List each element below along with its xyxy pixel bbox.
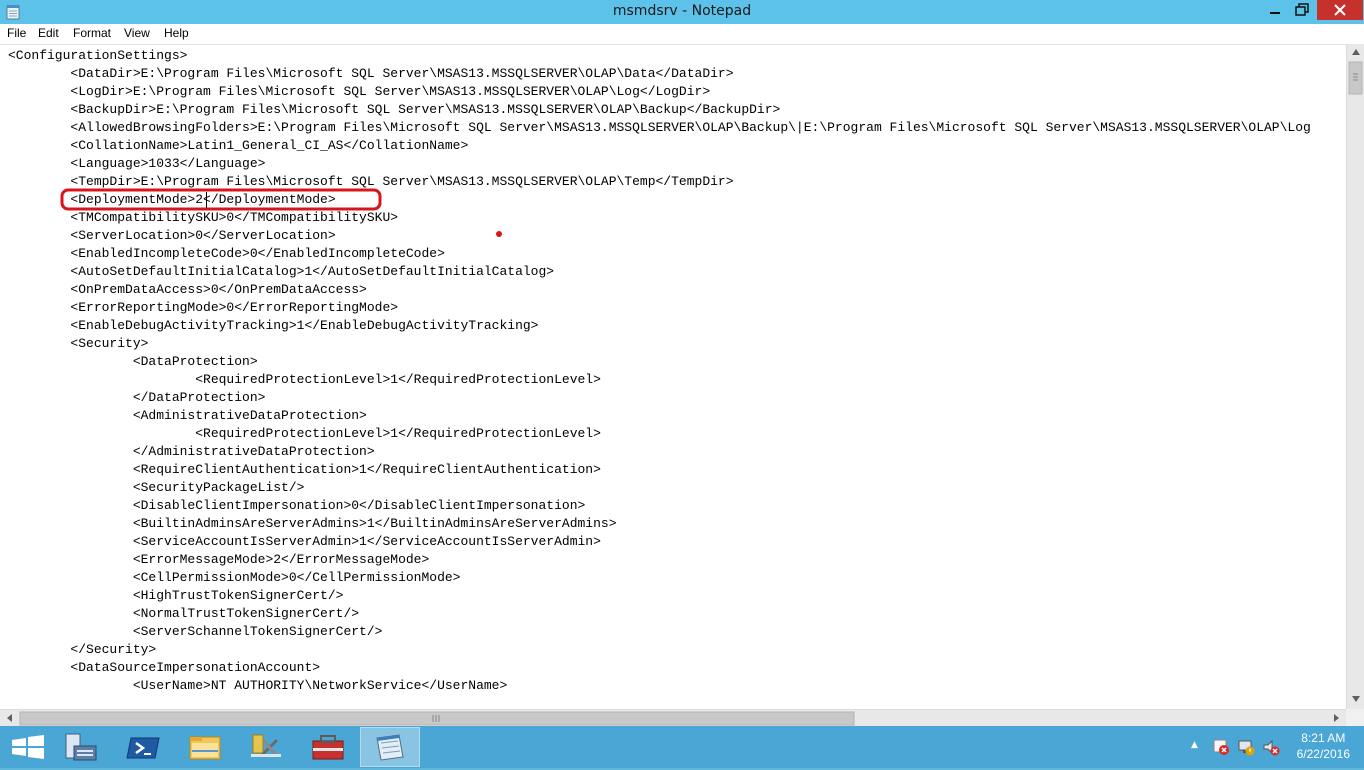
- scroll-down-arrow-icon[interactable]: [1352, 696, 1360, 702]
- volume-muted-icon[interactable]: [1262, 738, 1280, 756]
- restore-button[interactable]: [1288, 0, 1316, 20]
- minimize-button[interactable]: [1262, 0, 1288, 20]
- close-button[interactable]: [1317, 0, 1363, 20]
- highlight-ellipse: [60, 188, 382, 211]
- server-manager-icon: [65, 733, 97, 761]
- menu-bar: File Edit Format View Help: [0, 24, 1364, 44]
- scroll-up-arrow-icon[interactable]: [1352, 49, 1360, 55]
- minimize-icon: [1270, 12, 1280, 14]
- vertical-scroll-thumb[interactable]: [1348, 61, 1363, 95]
- horizontal-scroll-thumb[interactable]: [19, 711, 855, 726]
- menu-help[interactable]: Help: [164, 26, 189, 40]
- menu-view[interactable]: View: [124, 26, 150, 40]
- notepad-icon: [376, 734, 404, 761]
- clock-date: 6/22/2016: [1296, 747, 1350, 761]
- horizontal-scrollbar[interactable]: [0, 709, 1346, 727]
- tools-icon: [251, 734, 281, 758]
- menu-format[interactable]: Format: [73, 26, 111, 40]
- network-icon[interactable]: [1237, 738, 1255, 756]
- clock-time: 8:21 AM: [1301, 731, 1346, 745]
- menu-edit[interactable]: Edit: [38, 26, 59, 40]
- vertical-scrollbar[interactable]: [1346, 44, 1364, 709]
- windows-start-button[interactable]: [0, 728, 58, 766]
- taskbar: ▲ 8:21 AM 6/22/2016: [0, 726, 1364, 768]
- title-bar: msmdsrv - Notepad: [0, 0, 1364, 24]
- notepad-taskbar-button[interactable]: [360, 727, 420, 767]
- show-hidden-icons-button[interactable]: ▲: [1191, 740, 1198, 750]
- file-explorer-icon: [189, 736, 221, 760]
- powershell-icon: [126, 737, 160, 759]
- restore-icon: [1295, 3, 1309, 16]
- file-explorer-button[interactable]: [176, 728, 234, 766]
- windows-start-icon: [12, 735, 44, 759]
- scroll-right-arrow-icon[interactable]: [1334, 714, 1339, 722]
- text-editor[interactable]: <ConfigurationSettings> <DataDir>E:\Prog…: [0, 44, 1346, 710]
- annotation-dot: [496, 231, 502, 237]
- annotation-overlay: [60, 188, 502, 237]
- server-manager-button[interactable]: [54, 728, 112, 766]
- powershell-button[interactable]: [115, 728, 173, 766]
- administrative-tools-button[interactable]: [237, 728, 295, 766]
- scrollbar-corner: [1346, 709, 1364, 726]
- toolbox-icon: [312, 735, 344, 760]
- window-title: msmdsrv - Notepad: [612, 3, 752, 19]
- action-center-flag-icon[interactable]: [1212, 738, 1230, 756]
- clock[interactable]: 8:21 AM 6/22/2016: [1297, 730, 1350, 762]
- menu-file[interactable]: File: [7, 26, 26, 40]
- horizontal-scrollbar-graphic: [7, 711, 1339, 726]
- close-icon: [1334, 4, 1346, 16]
- toolbox-button[interactable]: [299, 728, 357, 766]
- scroll-left-arrow-icon[interactable]: [7, 714, 12, 722]
- vertical-scrollbar-graphic: [1348, 49, 1363, 702]
